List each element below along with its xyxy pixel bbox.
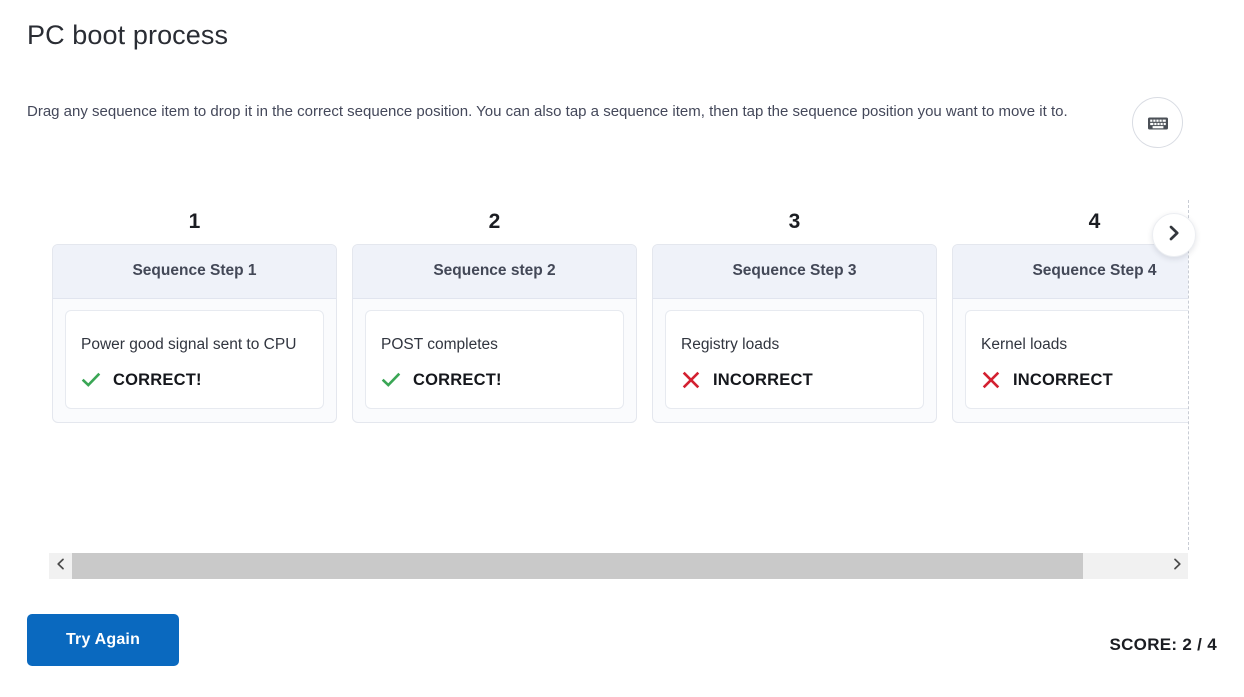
sequence-scroll-region[interactable]: 1 Sequence Step 1 Power good signal sent… xyxy=(0,200,1189,550)
horizontal-scrollbar[interactable] xyxy=(49,553,1188,579)
check-icon xyxy=(381,370,401,390)
page-title: PC boot process xyxy=(27,18,228,53)
keyboard-icon xyxy=(1146,111,1170,135)
try-again-button[interactable]: Try Again xyxy=(27,614,179,666)
sequence-item-text: Power good signal sent to CPU xyxy=(81,327,308,362)
scrollbar-track[interactable] xyxy=(72,553,1165,579)
sequence-position-number: 1 xyxy=(52,200,337,244)
sequence-item-card[interactable]: POST completes CORRECT! xyxy=(365,310,624,409)
sequence-item-text: POST completes xyxy=(381,327,608,362)
verdict-row: INCORRECT xyxy=(681,370,908,390)
chevron-right-icon xyxy=(1171,557,1183,575)
sequence-slot-body: Power good signal sent to CPU CORRECT! xyxy=(53,299,336,422)
sequence-item-card[interactable]: Power good signal sent to CPU CORRECT! xyxy=(65,310,324,409)
scroll-left-button[interactable] xyxy=(49,553,72,579)
score-display: SCORE: 2 / 4 xyxy=(1109,635,1217,655)
sequence-drop-slot[interactable]: Sequence step 2 POST completes CORRECT! xyxy=(352,244,637,423)
sequence-position-number: 2 xyxy=(352,200,637,244)
verdict-label: CORRECT! xyxy=(113,371,202,390)
sequence-slot-body: Registry loads INCORRECT xyxy=(653,299,936,422)
sequence-slot-header: Sequence Step 1 xyxy=(53,245,336,299)
verdict-row: CORRECT! xyxy=(381,370,608,390)
chevron-left-icon xyxy=(55,557,67,575)
sequence-slot-header: Sequence step 2 xyxy=(353,245,636,299)
sequence-slot-header: Sequence Step 3 xyxy=(653,245,936,299)
sequence-column: 4 Sequence Step 4 Kernel loads INCORRECT xyxy=(952,200,1189,550)
sequence-position-number: 3 xyxy=(652,200,937,244)
carousel-next-button[interactable] xyxy=(1152,213,1196,257)
sequence-item-card[interactable]: Registry loads INCORRECT xyxy=(665,310,924,409)
sequence-drop-slot[interactable]: Sequence Step 1 Power good signal sent t… xyxy=(52,244,337,423)
chevron-right-icon xyxy=(1165,224,1183,247)
sequence-track: 1 Sequence Step 1 Power good signal sent… xyxy=(52,200,1189,550)
sequence-slot-body: Kernel loads INCORRECT xyxy=(953,299,1189,422)
sequence-slot-header: Sequence Step 4 xyxy=(953,245,1189,299)
instructions-text: Drag any sequence item to drop it in the… xyxy=(27,97,1097,126)
sequence-drop-slot[interactable]: Sequence Step 3 Registry loads INCORRECT xyxy=(652,244,937,423)
keyboard-help-button[interactable] xyxy=(1132,97,1183,148)
sequence-column: 2 Sequence step 2 POST completes CORRECT… xyxy=(352,200,637,550)
sequence-column: 1 Sequence Step 1 Power good signal sent… xyxy=(52,200,337,550)
scrollbar-thumb[interactable] xyxy=(72,553,1083,579)
cross-icon xyxy=(681,370,701,390)
sequence-item-card[interactable]: Kernel loads INCORRECT xyxy=(965,310,1189,409)
sequence-item-text: Registry loads xyxy=(681,327,908,362)
sequence-drop-slot[interactable]: Sequence Step 4 Kernel loads INCORRECT xyxy=(952,244,1189,423)
verdict-label: INCORRECT xyxy=(1013,371,1113,390)
verdict-row: INCORRECT xyxy=(981,370,1189,390)
sequence-column: 3 Sequence Step 3 Registry loads INCORRE… xyxy=(652,200,937,550)
sequence-slot-body: POST completes CORRECT! xyxy=(353,299,636,422)
check-icon xyxy=(81,370,101,390)
verdict-label: INCORRECT xyxy=(713,371,813,390)
verdict-label: CORRECT! xyxy=(413,371,502,390)
verdict-row: CORRECT! xyxy=(81,370,308,390)
scroll-right-button[interactable] xyxy=(1165,553,1188,579)
sequence-item-text: Kernel loads xyxy=(981,327,1189,362)
cross-icon xyxy=(981,370,1001,390)
